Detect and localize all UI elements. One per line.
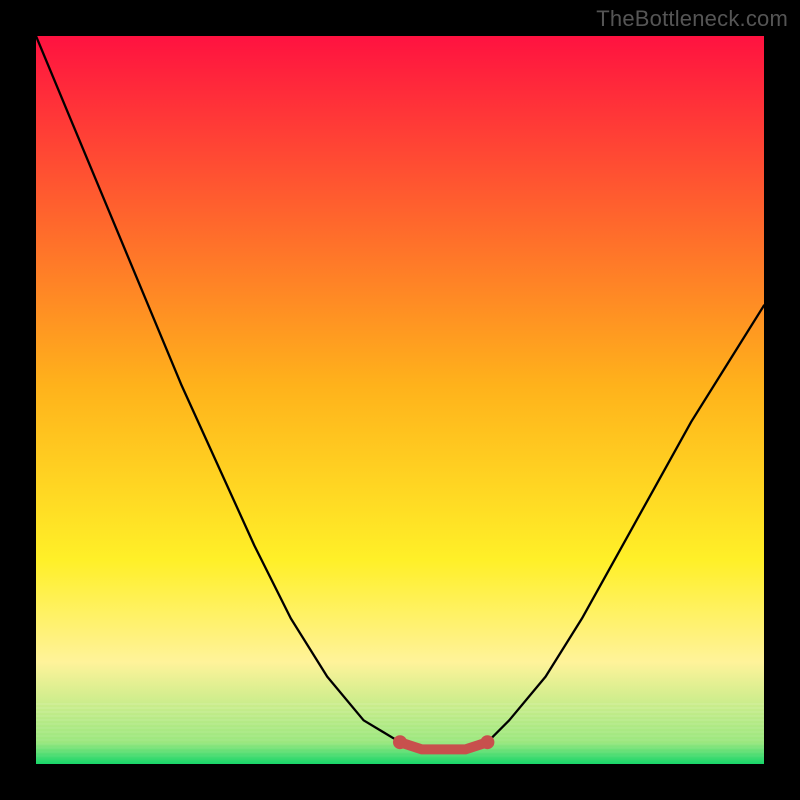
gradient-background — [36, 36, 764, 764]
chart-frame: TheBottleneck.com — [0, 0, 800, 800]
highlight-endpoint-dot — [480, 735, 494, 749]
bottleneck-chart — [36, 36, 764, 764]
watermark-text: TheBottleneck.com — [596, 6, 788, 32]
highlight-endpoint-dot — [393, 735, 407, 749]
plot-area — [36, 36, 764, 764]
